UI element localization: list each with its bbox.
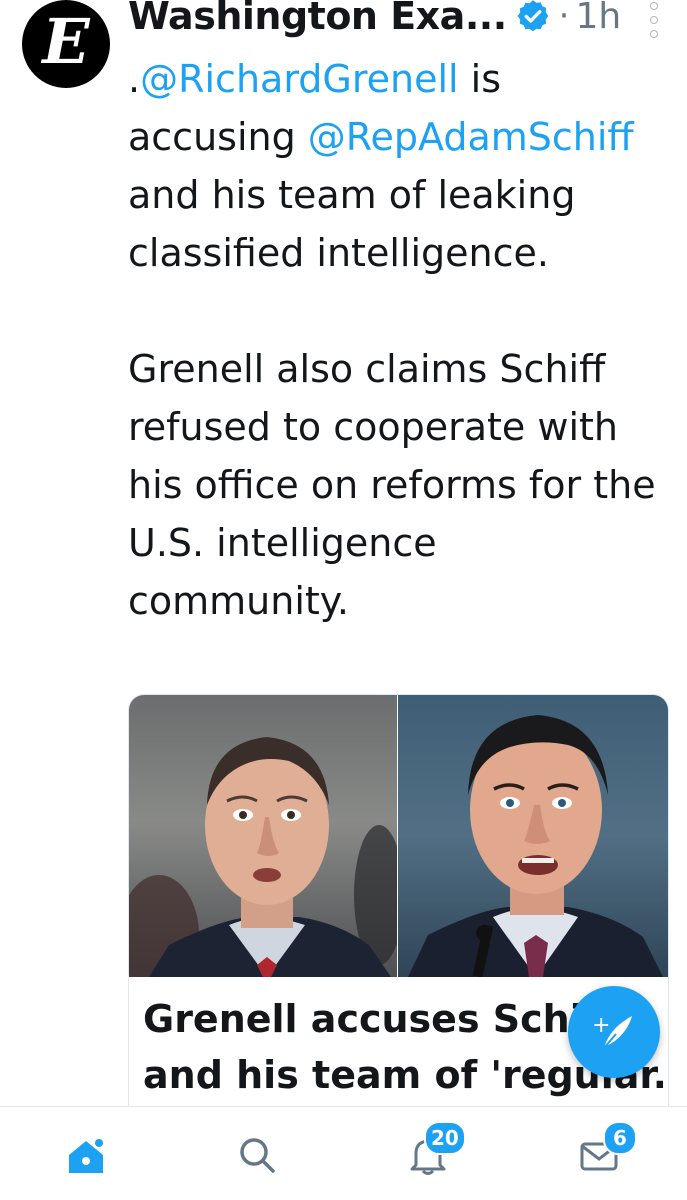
tweet-paragraph-2: Grenell also claims Schiff refused to co…: [128, 347, 656, 623]
more-options-icon[interactable]: [646, 2, 662, 38]
tweet-screen: E Washington Exa... · 1h .@RichardGrenel…: [0, 0, 687, 1200]
compose-tweet-button[interactable]: +: [568, 986, 660, 1078]
messages-count-badge: 6: [603, 1121, 637, 1155]
verified-badge-icon: [515, 0, 551, 34]
card-image: [129, 695, 668, 977]
nav-messages[interactable]: 6: [575, 1121, 637, 1179]
header-separator: ·: [558, 0, 570, 36]
search-icon: [240, 1138, 275, 1173]
mention-richardgrenell[interactable]: @RichardGrenell: [140, 57, 459, 101]
mention-repadamschiff[interactable]: @RepAdamSchiff: [308, 115, 634, 159]
card-photo-left: [129, 695, 397, 977]
compose-tweet-icon: +: [592, 1013, 632, 1049]
home-icon: [69, 1139, 103, 1173]
tweet-body: .@RichardGrenell is accusing @RepAdamSch…: [128, 50, 668, 630]
tweet-timestamp[interactable]: 1h: [575, 0, 621, 37]
nav-notifications[interactable]: 20: [404, 1121, 466, 1179]
nav-home[interactable]: [62, 1131, 110, 1179]
account-name[interactable]: Washington Exa...: [128, 0, 507, 38]
tweet-paragraph-1: .@RichardGrenell is accusing @RepAdamSch…: [128, 57, 634, 275]
avatar-logo-letter: E: [42, 5, 90, 78]
nav-search[interactable]: [233, 1131, 281, 1179]
notifications-count-badge: 20: [424, 1121, 466, 1155]
tweet-header: Washington Exa... · 1h: [128, 0, 668, 46]
card-photo-right: [398, 695, 668, 977]
bottom-navigation-bar: 20 6: [0, 1106, 687, 1200]
svg-text:+: +: [592, 1013, 610, 1038]
account-avatar[interactable]: E: [22, 0, 110, 88]
